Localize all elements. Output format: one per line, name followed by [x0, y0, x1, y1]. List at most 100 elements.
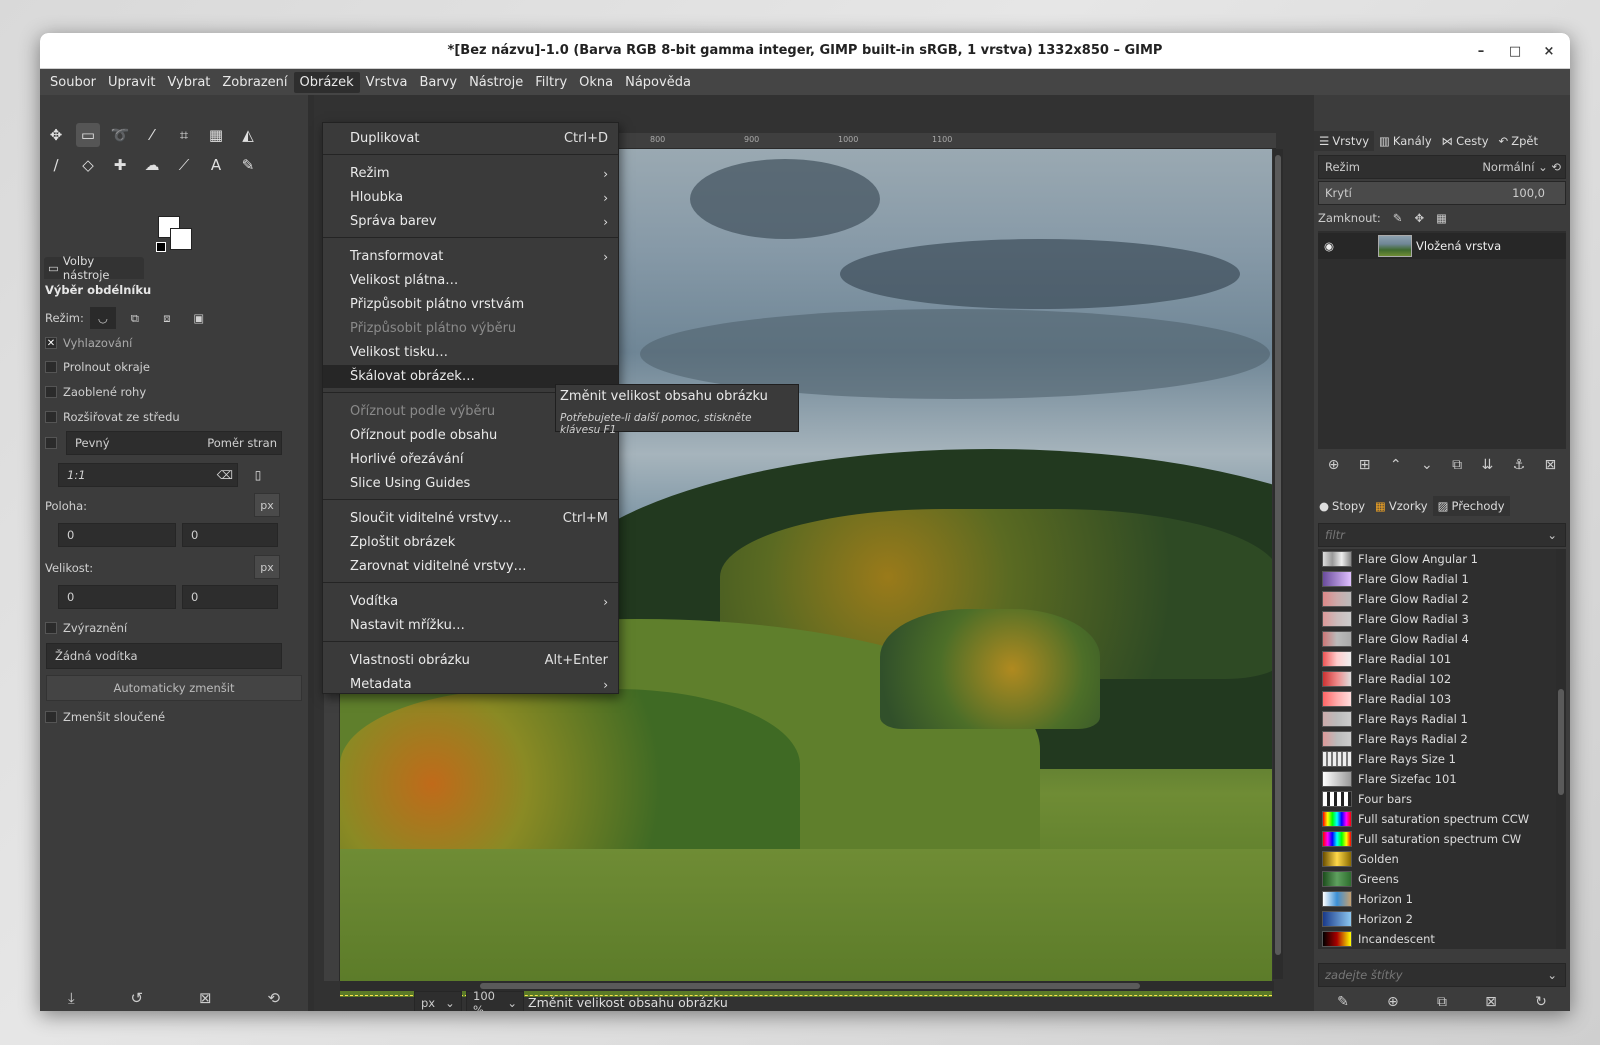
gradient-item[interactable]: Flare Radial 103 — [1318, 689, 1556, 709]
unified-transform-tool-icon[interactable]: ▦ — [204, 123, 228, 147]
menu-okna[interactable]: Okna — [573, 72, 619, 93]
menu-item-duplicate[interactable]: Duplikovat Ctrl+D — [323, 127, 618, 150]
position-x-input[interactable]: 0 — [58, 523, 176, 547]
lasso-tool-icon[interactable]: ➰ — [108, 123, 132, 147]
menu-nastroje[interactable]: Nástroje — [463, 72, 529, 93]
scrollbar-thumb[interactable] — [480, 983, 1140, 989]
bucket-fill-tool-icon[interactable]: ◭ — [236, 123, 260, 147]
anchor-layer-icon[interactable]: ⚓ — [1513, 457, 1526, 473]
maximize-button[interactable]: □ — [1504, 40, 1526, 62]
default-colors-icon[interactable] — [156, 242, 166, 252]
color-picker-tool-icon[interactable]: ✎ — [236, 153, 260, 177]
smudge-tool-icon[interactable]: ☁ — [140, 153, 164, 177]
mode-add-icon[interactable]: ⧉ — [122, 311, 148, 326]
fuzzy-select-tool-icon[interactable]: ⁄ — [140, 123, 164, 147]
reset-options-icon[interactable]: ⟲ — [267, 989, 280, 1007]
menu-item-slice-guides[interactable]: Slice Using Guides — [323, 472, 618, 495]
menu-barvy[interactable]: Barvy — [413, 72, 463, 93]
gradient-item[interactable]: Flare Glow Radial 4 — [1318, 629, 1556, 649]
lock-alpha-icon[interactable]: ▦ — [1436, 211, 1447, 225]
fixed-option[interactable] — [45, 437, 57, 449]
lock-pixels-icon[interactable]: ✎ — [1393, 211, 1403, 225]
new-gradient-icon[interactable]: ⊕ — [1387, 994, 1399, 1010]
highlight-option[interactable]: Zvýraznění — [45, 621, 127, 635]
rounded-option[interactable]: Zaoblené rohy — [45, 385, 146, 399]
gradient-item[interactable]: Flare Rays Size 1 — [1318, 749, 1556, 769]
scrollbar-thumb[interactable] — [1275, 155, 1281, 955]
gradient-item[interactable]: Four bars — [1318, 789, 1556, 809]
menu-item-print-size[interactable]: Velikost tisku… — [323, 341, 618, 364]
gradient-item[interactable]: Flare Glow Radial 2 — [1318, 589, 1556, 609]
menu-item-configure-grid[interactable]: Nastavit mřížku… — [323, 614, 618, 637]
antialias-checkbox[interactable]: ✕ — [45, 337, 57, 349]
menu-item-image-properties[interactable]: Vlastnosti obrázku Alt+Enter — [323, 649, 618, 672]
raise-layer-icon[interactable]: ⌃ — [1390, 457, 1402, 473]
menu-vrstva[interactable]: Vrstva — [360, 72, 414, 93]
gradient-item[interactable]: Golden — [1318, 849, 1556, 869]
menu-zobrazeni[interactable]: Zobrazení — [216, 72, 293, 93]
menu-item-fit-canvas-layers[interactable]: Přizpůsobit plátno vrstvám — [323, 293, 618, 316]
text-tool-icon[interactable]: A — [204, 153, 228, 177]
tab-layers[interactable]: ☰ Vrstvy — [1314, 131, 1375, 151]
gradient-item[interactable]: Flare Radial 102 — [1318, 669, 1556, 689]
menu-obrazek[interactable]: Obrázek — [293, 71, 360, 93]
menu-item-metadata[interactable]: Metadata › — [323, 673, 618, 696]
ratio-input[interactable]: 1:1 ⌫ — [58, 463, 238, 487]
menu-item-zealous-crop[interactable]: Horlivé ořezávání — [323, 448, 618, 471]
refresh-gradients-icon[interactable]: ↻ — [1535, 994, 1547, 1010]
menu-item-color-management[interactable]: Správa barev › — [323, 210, 618, 233]
tab-patterns[interactable]: ▦ Vzorky — [1370, 496, 1433, 516]
menu-filtry[interactable]: Filtry — [529, 72, 573, 93]
tab-paths[interactable]: ⋈ Cesty — [1437, 131, 1494, 151]
menu-vybrat[interactable]: Vybrat — [161, 72, 216, 93]
position-y-input[interactable]: 0 — [182, 523, 278, 547]
feather-option[interactable]: Prolnout okraje — [45, 360, 150, 374]
menu-item-mode[interactable]: Režim › — [323, 162, 618, 185]
lower-layer-icon[interactable]: ⌄ — [1421, 457, 1433, 473]
feather-checkbox[interactable] — [45, 361, 57, 373]
gradient-scrollbar[interactable] — [1556, 549, 1566, 949]
canvas-vscroll[interactable] — [1273, 149, 1283, 979]
move-tool-icon[interactable]: ✥ — [44, 123, 68, 147]
menu-item-guides[interactable]: Vodítka › — [323, 590, 618, 613]
edit-gradient-icon[interactable]: ✎ — [1337, 994, 1349, 1010]
gradient-item[interactable]: Flare Glow Radial 3 — [1318, 609, 1556, 629]
size-unit[interactable]: px — [254, 555, 280, 579]
duplicate-gradient-icon[interactable]: ⧉ — [1437, 994, 1447, 1010]
close-button[interactable]: × — [1538, 40, 1560, 62]
gradient-item[interactable]: Flare Glow Angular 1 — [1318, 549, 1556, 569]
menu-item-align-visible[interactable]: Zarovnat viditelné vrstvy… — [323, 555, 618, 578]
menu-item-depth[interactable]: Hloubka › — [323, 186, 618, 209]
position-unit[interactable]: px — [254, 493, 280, 517]
save-options-icon[interactable]: ⤓ — [68, 989, 75, 1007]
new-group-icon[interactable]: ⊞ — [1359, 457, 1371, 473]
opacity-slider[interactable]: Krytí 100,0 — [1318, 181, 1566, 205]
menu-item-fit-canvas-selection[interactable]: Přizpůsobit plátno výběru — [323, 317, 618, 340]
paintbrush-tool-icon[interactable]: ∕ — [44, 153, 68, 177]
eye-icon[interactable]: ◉ — [1324, 239, 1334, 253]
rect-select-tool-icon[interactable]: ▭ — [76, 123, 100, 147]
minimize-button[interactable]: – — [1470, 40, 1492, 62]
size-w-input[interactable]: 0 — [58, 585, 176, 609]
tab-undo[interactable]: ↶ Zpět — [1494, 131, 1543, 151]
menu-napoveda[interactable]: Nápověda — [619, 72, 697, 93]
paths-tool-icon[interactable]: ⟋ — [172, 153, 196, 177]
unit-combo[interactable]: px ⌄ — [414, 991, 462, 1011]
gradient-item[interactable]: Horizon 2 — [1318, 909, 1556, 929]
clear-icon[interactable]: ⌫ — [217, 468, 233, 482]
new-layer-icon[interactable]: ⊕ — [1328, 457, 1340, 473]
guides-combo[interactable]: Žádná vodítka — [46, 643, 282, 669]
gradient-filter-input[interactable]: filtr ⌄ — [1318, 523, 1566, 547]
gradient-item[interactable]: Flare Sizefac 101 — [1318, 769, 1556, 789]
shrink-merged-checkbox[interactable] — [45, 711, 57, 723]
delete-layer-icon[interactable]: ⊠ — [1545, 457, 1557, 473]
merge-layer-icon[interactable]: ⇊ — [1482, 457, 1494, 473]
duplicate-layer-icon[interactable]: ⧉ — [1452, 457, 1462, 473]
tab-brushes[interactable]: ● Stopy — [1314, 496, 1370, 516]
auto-shrink-button[interactable]: Automaticky zmenšit — [46, 675, 302, 701]
expand-option[interactable]: Rozšiřovat ze středu — [45, 410, 180, 424]
layer-row[interactable]: ◉ Vložená vrstva — [1318, 233, 1566, 259]
background-color[interactable] — [170, 228, 192, 250]
antialias-option[interactable]: ✕ Vyhlazování — [45, 336, 132, 350]
delete-options-icon[interactable]: ⊠ — [199, 989, 212, 1007]
